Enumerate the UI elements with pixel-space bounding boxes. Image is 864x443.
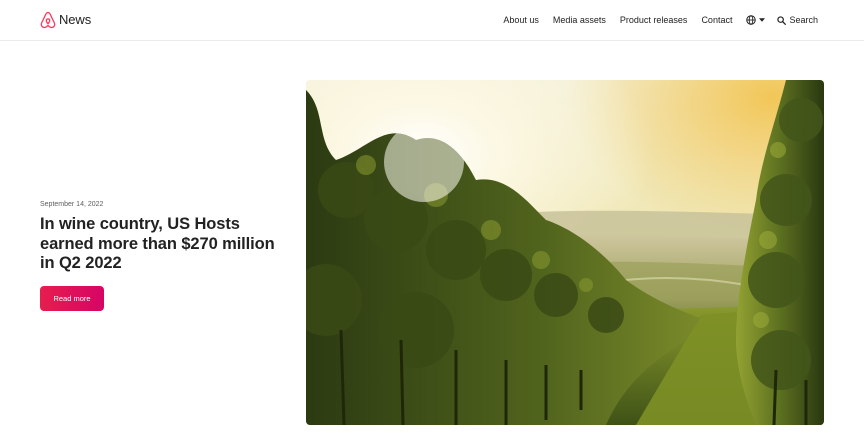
site-header: News About us Media assets Product relea…	[0, 0, 864, 41]
globe-icon	[746, 15, 757, 25]
chevron-down-icon	[759, 18, 766, 22]
nav-link-about-us[interactable]: About us	[503, 12, 539, 28]
nav-link-product-releases[interactable]: Product releases	[620, 12, 688, 28]
article-headline[interactable]: In wine country, US Hosts earned more th…	[40, 215, 280, 274]
search-icon	[777, 15, 787, 25]
search-label: Search	[789, 15, 818, 25]
language-selector[interactable]	[746, 12, 766, 28]
search-button[interactable]: Search	[777, 12, 818, 28]
article-date: September 14, 2022	[40, 201, 104, 208]
brand-home-link[interactable]: News	[40, 11, 91, 29]
main-nav: About us Media assets Product releases C…	[503, 12, 818, 28]
hero-content: September 14, 2022 In wine country, US H…	[40, 200, 280, 311]
hero-image-vineyard[interactable]	[306, 80, 824, 425]
airbnb-logo-icon	[40, 11, 56, 29]
nav-link-media-assets[interactable]: Media assets	[553, 12, 606, 28]
nav-link-contact[interactable]: Contact	[701, 12, 732, 28]
vineyard-photo	[306, 80, 824, 425]
brand-title: News	[59, 12, 92, 27]
read-more-button[interactable]: Read more	[40, 285, 104, 311]
